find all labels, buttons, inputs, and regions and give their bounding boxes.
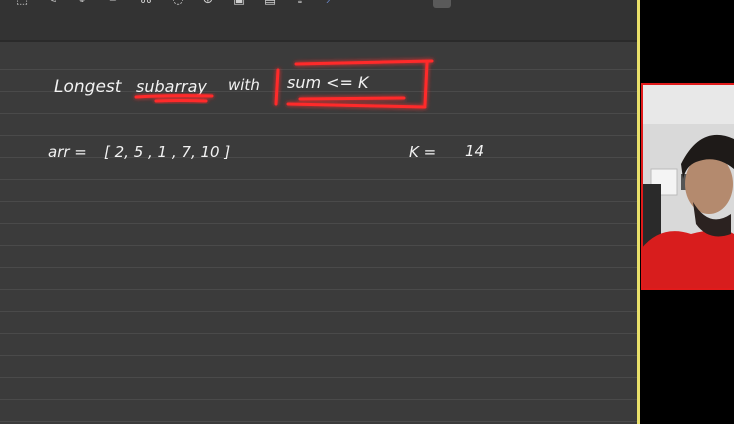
whiteboard-canvas[interactable]: ⬚ ✎ ✐ ✏ ⌘ ◌ ⊕ ▣ ▤ ⇪ ⟋ Longest subarray w… xyxy=(0,0,637,424)
array-label: arr = xyxy=(48,143,87,161)
title-word-longest: Longest xyxy=(54,77,123,97)
array-values: [ 2, 5 , 1 , 7, 10 ] xyxy=(104,143,230,161)
title-condition: sum <= K xyxy=(287,73,370,92)
k-label: K = xyxy=(409,143,436,161)
handwriting-layer: Longest subarray with sum <= K arr = [ 2… xyxy=(48,59,484,161)
subarray-underline xyxy=(134,94,214,103)
title-word-subarray: subarray xyxy=(136,77,207,96)
webcam-frame xyxy=(641,83,734,290)
title-word-with: with xyxy=(228,76,260,94)
window-divider xyxy=(637,0,640,424)
k-value: 14 xyxy=(465,142,484,160)
